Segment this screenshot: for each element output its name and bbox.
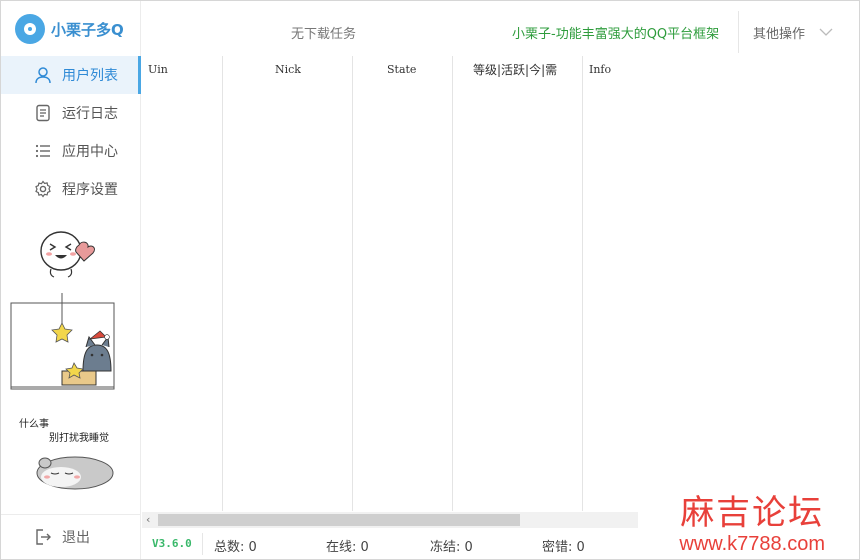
- sidebar-item-label: 程序设置: [62, 182, 118, 198]
- column-nick: Nick: [223, 56, 353, 511]
- app-slogan: 小栗子-功能丰富强大的QQ平台框架: [512, 27, 720, 42]
- column-state: State: [353, 56, 453, 511]
- logo-icon: [15, 14, 45, 44]
- column-header-nick[interactable]: Nick: [275, 63, 301, 76]
- gear-icon: [34, 180, 52, 198]
- sidebar-item-label: 应用中心: [62, 144, 118, 160]
- logout-icon: [34, 528, 52, 546]
- wrong-password-count: 密错: 0: [542, 540, 585, 555]
- sidebar-item-settings[interactable]: 程序设置: [1, 170, 141, 208]
- column-header-uin[interactable]: Uin: [148, 63, 168, 76]
- column-header-info[interactable]: Info: [589, 63, 611, 76]
- top-bar: 无下载任务 小栗子-功能丰富强大的QQ平台框架 其他操作: [142, 1, 859, 56]
- laughing-face-sticker: [37, 227, 103, 279]
- logout-button[interactable]: 退出: [1, 514, 141, 559]
- column-header-level[interactable]: 等级|活跃|今|需: [473, 61, 557, 78]
- watermark-title: 麻吉论坛: [680, 493, 825, 533]
- column-level: 等级|活跃|今|需: [453, 56, 583, 511]
- app-window: 小栗子多Q 用户列表 运行日志 应用中心 程序设置 什么事 别打扰我睡觉 退出 …: [0, 0, 860, 560]
- sidebar-item-label: 运行日志: [62, 106, 118, 122]
- scroll-left-icon[interactable]: ‹: [146, 513, 150, 526]
- horizontal-scrollbar[interactable]: ‹: [142, 512, 638, 528]
- column-header-state[interactable]: State: [387, 63, 416, 76]
- logout-label: 退出: [62, 530, 90, 546]
- status-bar: V3.6.0 总数: 0 在线: 0 冻结: 0 密错: 0: [142, 529, 638, 559]
- version-label: V3.6.0: [152, 537, 192, 550]
- sleeping-hamster-sticker: 什么事 别打扰我睡觉: [19, 415, 129, 495]
- scrollbar-thumb[interactable]: [158, 514, 520, 526]
- more-operations-dropdown[interactable]: 其他操作: [738, 11, 859, 53]
- forum-watermark: 麻吉论坛 www.k7788.com: [679, 493, 825, 555]
- download-status: 无下载任务: [291, 27, 357, 42]
- sidebar-item-run-log[interactable]: 运行日志: [1, 94, 141, 132]
- sidebar: 小栗子多Q 用户列表 运行日志 应用中心 程序设置 什么事 别打扰我睡觉 退出: [1, 1, 141, 559]
- cat-star-sticker: [10, 293, 116, 391]
- sticker-caption-2: 别打扰我睡觉: [49, 433, 109, 444]
- divider: [202, 533, 203, 555]
- user-icon: [34, 66, 52, 84]
- chevron-down-icon: [819, 28, 833, 36]
- sidebar-item-label: 用户列表: [62, 68, 118, 84]
- list-icon: [34, 142, 52, 160]
- sidebar-item-app-center[interactable]: 应用中心: [1, 132, 141, 170]
- watermark-url: www.k7788.com: [679, 533, 825, 555]
- more-operations-label: 其他操作: [753, 26, 806, 42]
- column-uin: Uin: [142, 56, 223, 511]
- frozen-count: 冻结: 0: [430, 540, 473, 555]
- sidebar-item-user-list[interactable]: 用户列表: [1, 56, 141, 94]
- app-logo: 小栗子多Q: [15, 13, 124, 45]
- user-table: Uin Nick State 等级|活跃|今|需 Info: [142, 56, 638, 511]
- sticker-caption-1: 什么事: [19, 419, 49, 430]
- online-count: 在线: 0: [326, 540, 369, 555]
- total-count: 总数: 0: [214, 540, 257, 555]
- app-name: 小栗子多Q: [51, 20, 124, 39]
- column-info: Info: [583, 56, 638, 511]
- sidebar-nav: 用户列表 运行日志 应用中心 程序设置: [1, 56, 141, 208]
- document-icon: [34, 104, 52, 122]
